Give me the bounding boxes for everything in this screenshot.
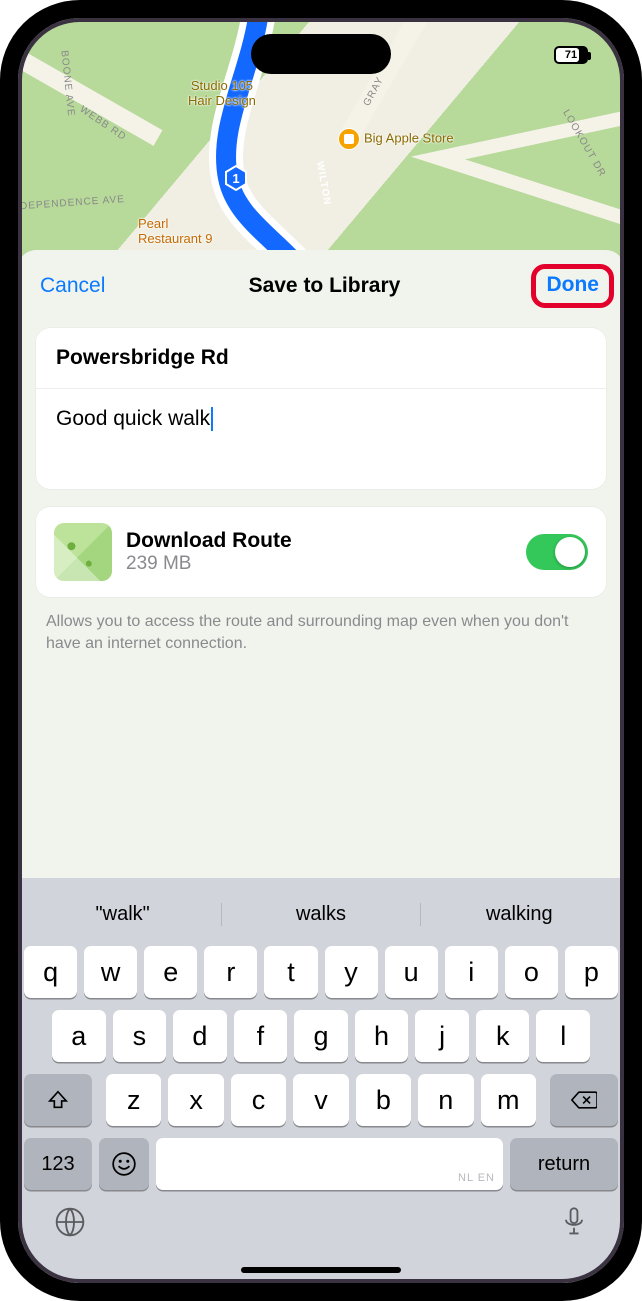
key-e[interactable]: e: [144, 946, 197, 998]
suggestion-1[interactable]: "walk": [24, 903, 222, 926]
key-m[interactable]: m: [481, 1074, 536, 1126]
globe-icon[interactable]: [54, 1206, 86, 1243]
poi-pearl: Pearl Restaurant 9: [138, 216, 212, 246]
battery-icon: 71: [554, 46, 588, 64]
space-key[interactable]: NL EN: [156, 1138, 503, 1190]
route-name-input[interactable]: [56, 346, 586, 370]
poi-studio: Studio 105 Hair Design: [188, 78, 256, 108]
cancel-button[interactable]: Cancel: [40, 274, 105, 298]
key-v[interactable]: v: [293, 1074, 348, 1126]
dictation-icon[interactable]: [560, 1206, 588, 1243]
route-thumbnail: [54, 523, 112, 581]
route-shield: 1: [232, 171, 239, 186]
key-g[interactable]: g: [294, 1010, 348, 1062]
key-q[interactable]: q: [24, 946, 77, 998]
emoji-key[interactable]: [99, 1138, 149, 1190]
key-b[interactable]: b: [356, 1074, 411, 1126]
suggestion-2[interactable]: walks: [222, 903, 420, 926]
key-x[interactable]: x: [168, 1074, 223, 1126]
key-r[interactable]: r: [204, 946, 257, 998]
key-h[interactable]: h: [355, 1010, 409, 1062]
home-indicator: [241, 1267, 401, 1273]
key-f[interactable]: f: [234, 1010, 288, 1062]
download-size: 239 MB: [126, 553, 292, 575]
backspace-key[interactable]: [550, 1074, 618, 1126]
shift-key[interactable]: [24, 1074, 92, 1126]
name-description-card: Good quick walk: [36, 328, 606, 489]
key-l[interactable]: l: [536, 1010, 590, 1062]
save-sheet: Cancel Save to Library Done Good quick w…: [18, 250, 624, 1283]
key-w[interactable]: w: [84, 946, 137, 998]
suggestion-3[interactable]: walking: [421, 903, 618, 926]
done-highlight: Done: [531, 264, 614, 308]
poi-bigapple: Big Apple Store: [338, 128, 454, 150]
done-button[interactable]: Done: [546, 273, 599, 297]
key-k[interactable]: k: [476, 1010, 530, 1062]
key-o[interactable]: o: [505, 946, 558, 998]
keyboard: "walk" walks walking qwertyuiop asdfghjk…: [18, 878, 624, 1283]
key-a[interactable]: a: [52, 1010, 106, 1062]
download-hint: Allows you to access the route and surro…: [18, 597, 624, 654]
key-j[interactable]: j: [415, 1010, 469, 1062]
key-y[interactable]: y: [325, 946, 378, 998]
download-toggle[interactable]: [526, 534, 588, 570]
key-p[interactable]: p: [565, 946, 618, 998]
keyboard-suggestions: "walk" walks walking: [24, 888, 618, 940]
download-route-card: Download Route 239 MB: [36, 507, 606, 597]
sheet-title: Save to Library: [249, 274, 401, 298]
key-s[interactable]: s: [113, 1010, 167, 1062]
text-cursor: [211, 407, 213, 431]
key-t[interactable]: t: [264, 946, 317, 998]
route-description-input[interactable]: Good quick walk: [56, 407, 213, 430]
key-c[interactable]: c: [231, 1074, 286, 1126]
download-title: Download Route: [126, 529, 292, 553]
key-n[interactable]: n: [418, 1074, 473, 1126]
key-u[interactable]: u: [385, 946, 438, 998]
key-z[interactable]: z: [106, 1074, 161, 1126]
key-d[interactable]: d: [173, 1010, 227, 1062]
numbers-key[interactable]: 123: [24, 1138, 92, 1190]
return-key[interactable]: return: [510, 1138, 618, 1190]
key-i[interactable]: i: [445, 946, 498, 998]
